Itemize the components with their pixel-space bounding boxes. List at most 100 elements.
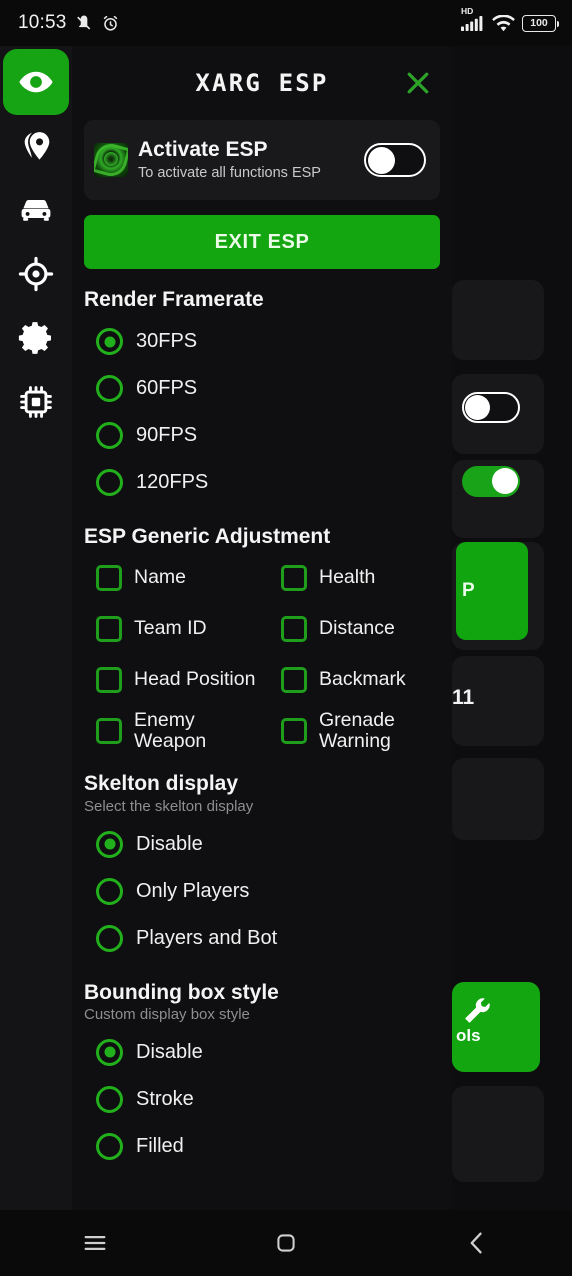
- radio-label: 120FPS: [136, 471, 209, 494]
- section-title: Render Framerate: [84, 288, 264, 311]
- background-partial-text: 11: [452, 686, 475, 709]
- radio-option-box-disable[interactable]: Disable: [84, 1029, 440, 1076]
- activate-esp-subtitle: To activate all functions ESP: [138, 164, 321, 181]
- gear-icon: [18, 320, 54, 356]
- checkbox-option-backmark[interactable]: Backmark: [269, 657, 440, 702]
- activate-esp-card[interactable]: Activate ESP To activate all functions E…: [84, 120, 440, 200]
- checkbox-label: Enemy Weapon: [134, 708, 207, 752]
- radio-label: 30FPS: [136, 330, 198, 353]
- radio-indicator: [96, 830, 123, 858]
- checkbox-label: Grenade Warning: [319, 708, 395, 752]
- recents-button[interactable]: [50, 1220, 140, 1266]
- sidebar-item-aim[interactable]: [0, 242, 72, 306]
- radio-indicator: [96, 1132, 123, 1160]
- checkbox-option-head-position[interactable]: Head Position: [84, 657, 269, 702]
- radio-option-skelton-disable[interactable]: Disable: [84, 821, 440, 868]
- sidebar-item-settings[interactable]: [0, 306, 72, 370]
- wrench-icon: [465, 998, 490, 1023]
- radio-indicator: [96, 328, 123, 356]
- checkbox-label: Backmark: [319, 668, 406, 691]
- home-button[interactable]: [241, 1220, 331, 1266]
- radio-label: Players and Bot: [136, 926, 278, 949]
- radio-group-render-framerate: 30FPS 60FPS 90FPS 120FPS: [84, 318, 440, 506]
- mute-icon: [74, 13, 94, 33]
- app-logo-emblem-icon: [94, 143, 128, 177]
- radio-label: 60FPS: [136, 377, 198, 400]
- esp-overlay-panel: XARG ESP Activate ESP To activate all fu…: [72, 46, 452, 1210]
- location-pin-icon: [19, 129, 53, 163]
- background-tool-label: ols: [456, 1026, 481, 1045]
- section-title: Bounding box style: [84, 980, 279, 1004]
- checkbox-indicator: [281, 666, 307, 693]
- checkbox-label: Head Position: [134, 668, 256, 691]
- back-button[interactable]: [432, 1220, 522, 1266]
- background-card: [452, 1086, 544, 1182]
- radio-label: Disable: [136, 832, 203, 855]
- radio-option-90fps[interactable]: 90FPS: [84, 412, 440, 459]
- section-title: ESP Generic Adjustment: [84, 525, 331, 549]
- sidebar-item-memory[interactable]: [0, 370, 72, 434]
- checkbox-indicator: [96, 717, 122, 744]
- radio-indicator: [96, 1085, 123, 1113]
- status-time: 10:53: [18, 12, 67, 33]
- activate-esp-toggle[interactable]: [364, 143, 426, 177]
- section-skelton-display: Skelton display Select the skelton displ…: [84, 771, 440, 961]
- background-card: [452, 758, 544, 840]
- background-tool-card[interactable]: ols: [452, 982, 540, 1072]
- radio-option-60fps[interactable]: 60FPS: [84, 365, 440, 412]
- background-toggle-off[interactable]: [462, 392, 520, 423]
- checkbox-indicator: [281, 564, 307, 591]
- alarm-icon: [101, 14, 120, 33]
- radio-option-box-stroke[interactable]: Stroke: [84, 1076, 440, 1123]
- panel-body: Activate ESP To activate all functions E…: [72, 120, 452, 1182]
- checkbox-label: Team ID: [134, 617, 207, 640]
- checkbox-indicator: [281, 615, 307, 642]
- checkbox-indicator: [96, 666, 122, 693]
- section-title: Skelton display: [84, 772, 239, 796]
- radio-indicator: [96, 469, 123, 497]
- wifi-icon: [492, 14, 515, 32]
- background-toggle-on[interactable]: [462, 466, 520, 497]
- radio-indicator: [96, 1038, 123, 1066]
- radio-indicator: [96, 924, 123, 952]
- radio-option-box-filled[interactable]: Filled: [84, 1123, 440, 1170]
- battery-indicator: 100: [522, 14, 559, 32]
- radio-option-skelton-players-and-bot[interactable]: Players and Bot: [84, 915, 440, 962]
- radio-label: Stroke: [136, 1087, 194, 1110]
- sidebar-item-location[interactable]: [0, 114, 72, 178]
- checkbox-indicator: [281, 717, 307, 744]
- checkbox-option-grenade-warning[interactable]: Grenade Warning: [269, 708, 440, 753]
- checkbox-label: Name: [134, 566, 187, 589]
- checkbox-indicator: [96, 564, 122, 591]
- status-bar: 10:53 HD 100: [0, 0, 572, 46]
- radio-indicator: [96, 877, 123, 905]
- activate-esp-title: Activate ESP: [138, 138, 268, 162]
- status-bar-left: 10:53: [18, 12, 120, 34]
- radio-label: Only Players: [136, 879, 250, 902]
- radio-option-30fps[interactable]: 30FPS: [84, 318, 440, 365]
- checkbox-option-distance[interactable]: Distance: [269, 606, 440, 651]
- close-icon[interactable]: [400, 65, 436, 101]
- checkbox-option-team-id[interactable]: Team ID: [84, 606, 269, 651]
- radio-option-skelton-only-players[interactable]: Only Players: [84, 868, 440, 915]
- radio-label: 90FPS: [136, 424, 198, 447]
- radio-label: Filled: [136, 1134, 184, 1157]
- sidebar-item-vehicle[interactable]: [0, 178, 72, 242]
- exit-esp-button[interactable]: EXIT ESP: [84, 215, 440, 269]
- android-nav-bar: [0, 1210, 572, 1276]
- radio-group-skelton-display: Disable Only Players Players and Bot: [84, 821, 440, 962]
- signal-icon: HD: [461, 6, 485, 31]
- panel-header: XARG ESP: [72, 46, 452, 120]
- radio-option-120fps[interactable]: 120FPS: [84, 459, 440, 506]
- background-green-button[interactable]: P: [456, 542, 528, 640]
- checkbox-option-enemy-weapon[interactable]: Enemy Weapon: [84, 708, 269, 753]
- eye-icon: [3, 49, 69, 115]
- phone-screen: 10:53 HD 100 P 11 ols XARG ESP Activate …: [0, 0, 572, 1276]
- checkbox-indicator: [96, 615, 122, 642]
- sidebar-item-esp[interactable]: [0, 49, 72, 115]
- checkbox-option-health[interactable]: Health: [269, 555, 440, 600]
- status-bar-right: HD 100: [461, 6, 559, 32]
- section-esp-generic-adjustment: ESP Generic Adjustment Name Health Team …: [84, 524, 440, 753]
- checkbox-option-name[interactable]: Name: [84, 555, 269, 600]
- checkbox-grid: Name Health Team ID Distance Head Positi…: [84, 555, 440, 753]
